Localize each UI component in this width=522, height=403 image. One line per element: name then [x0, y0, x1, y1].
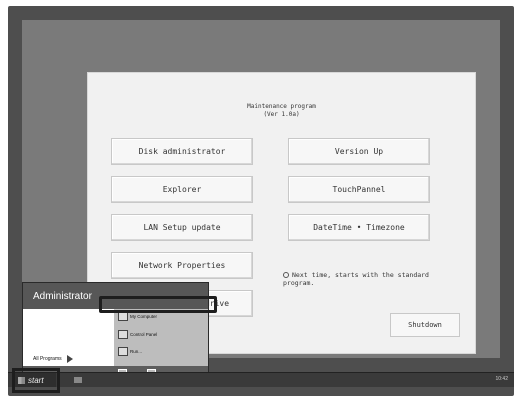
menu-item-my-computer-label: My Computer [130, 314, 158, 319]
run-icon [118, 347, 128, 356]
computer-icon [118, 312, 128, 321]
all-programs-label: All Programs [33, 356, 62, 362]
menu-item-run-label: Run... [130, 349, 143, 354]
explorer-label: Explorer [162, 185, 202, 194]
disk-administrator-label: Disk administrator [138, 147, 226, 156]
taskbar-clock: 10:42 [495, 376, 508, 382]
explorer-button[interactable]: Explorer [111, 176, 253, 203]
network-properties-button[interactable]: Network Properties [111, 252, 253, 279]
all-programs-button[interactable]: All Programs [33, 355, 73, 363]
touch-panel-button[interactable]: TouchPannel [288, 176, 430, 203]
start-menu-left-pane: All Programs [23, 309, 114, 366]
shutdown-button[interactable]: Shutdown [390, 313, 460, 337]
menu-item-control-panel-label: Control Panel [130, 332, 158, 337]
my-computer-highlight [99, 296, 217, 313]
program-title-line1: Maintenance program [247, 103, 316, 110]
quick-launch-icon[interactable] [74, 377, 82, 383]
touch-panel-label: TouchPannel [332, 185, 386, 194]
menu-item-my-computer[interactable]: My Computer [118, 312, 157, 321]
desktop: Maintenance program (Ver 1.0a) Disk admi… [22, 20, 500, 382]
arrow-right-icon [66, 355, 73, 363]
control-panel-icon [118, 330, 128, 339]
disk-administrator-button[interactable]: Disk administrator [111, 138, 253, 165]
menu-item-control-panel[interactable]: Control Panel [118, 330, 157, 339]
datetime-timezone-label: DateTime • Timezone [313, 223, 405, 232]
monitor-frame: Maintenance program (Ver 1.0a) Disk admi… [8, 6, 514, 396]
program-title-line2: (Ver 1.0a) [263, 111, 300, 118]
version-up-button[interactable]: Version Up [288, 138, 430, 165]
shutdown-label: Shutdown [408, 321, 442, 329]
program-title: Maintenance program (Ver 1.0a) [88, 103, 475, 119]
version-up-label: Version Up [334, 147, 384, 156]
start-button-highlight [12, 368, 60, 393]
radio-icon[interactable] [283, 272, 289, 278]
taskbar: start 10:42 [8, 372, 514, 387]
lan-setup-button[interactable]: LAN Setup update [111, 214, 253, 241]
standard-program-note: Next time, starts with the standard prog… [283, 271, 429, 287]
standard-program-option[interactable]: Next time, starts with the standard prog… [283, 271, 443, 287]
start-menu-user-name: Administrator [33, 290, 92, 302]
network-properties-label: Network Properties [138, 261, 226, 270]
screen: Maintenance program (Ver 1.0a) Disk admi… [22, 20, 500, 382]
menu-item-run[interactable]: Run... [118, 347, 142, 356]
lan-setup-label: LAN Setup update [143, 223, 221, 232]
datetime-timezone-button[interactable]: DateTime • Timezone [288, 214, 430, 241]
